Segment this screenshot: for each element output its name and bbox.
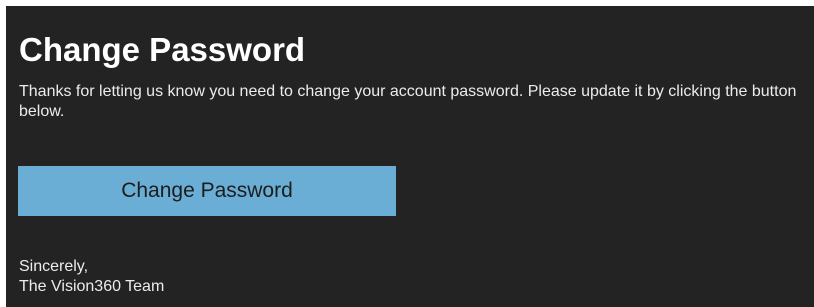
signoff: Sincerely, The Vision360 Team	[19, 257, 164, 297]
change-password-button[interactable]: Change Password	[18, 166, 396, 216]
signoff-line-1: Sincerely,	[19, 258, 89, 275]
page-title: Change Password	[19, 31, 306, 68]
email-card: Change Password Thanks for letting us kn…	[6, 6, 814, 307]
signoff-line-2: The Vision360 Team	[19, 278, 165, 295]
message-text: Thanks for letting us know you need to c…	[19, 83, 797, 120]
